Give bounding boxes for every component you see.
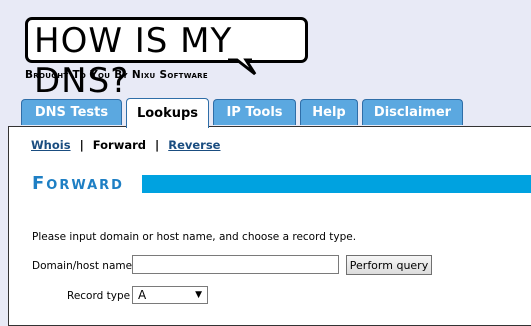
domain-label: Domain/host name bbox=[32, 260, 133, 272]
subnav-reverse-link[interactable]: Reverse bbox=[168, 138, 220, 152]
record-type-select[interactable]: A ▼ bbox=[132, 286, 208, 304]
lookup-subnav: Whois | Forward | Reverse bbox=[31, 138, 221, 152]
record-type-label: Record type bbox=[67, 290, 131, 302]
record-type-value: A bbox=[138, 288, 147, 302]
tab-ip-tools[interactable]: IP Tools bbox=[213, 99, 296, 125]
domain-input[interactable] bbox=[132, 255, 339, 274]
subnav-separator: | bbox=[79, 138, 84, 152]
subnav-forward-current: Forward bbox=[92, 138, 147, 152]
logo-tagline: Brought To You By Nixu Software bbox=[25, 69, 208, 81]
perform-query-button[interactable]: Perform query bbox=[346, 255, 432, 275]
section-title: Forward bbox=[32, 173, 124, 194]
tab-dns-tests[interactable]: DNS Tests bbox=[21, 99, 122, 125]
chevron-down-icon: ▼ bbox=[195, 290, 202, 300]
tab-help[interactable]: Help bbox=[300, 99, 358, 125]
logo-title: HOW IS MY DNS? bbox=[34, 21, 233, 101]
tab-lookups[interactable]: Lookups bbox=[126, 98, 209, 128]
section-title-bar bbox=[142, 175, 531, 193]
speech-bubble-tail-icon bbox=[228, 58, 257, 76]
form-instructions: Please input domain or host name, and ch… bbox=[32, 231, 357, 243]
site-logo: HOW IS MY DNS? bbox=[25, 17, 308, 101]
subnav-whois-link[interactable]: Whois bbox=[31, 138, 71, 152]
tab-disclaimer[interactable]: Disclaimer bbox=[362, 99, 463, 125]
subnav-separator: | bbox=[155, 138, 160, 152]
